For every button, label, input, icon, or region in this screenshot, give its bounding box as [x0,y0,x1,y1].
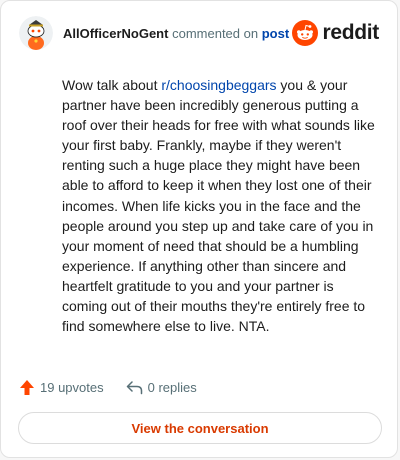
comment-actions: 19 upvotes 0 replies [19,377,197,397]
replies-button[interactable]: 0 replies [126,380,197,395]
comment-body-intro: Wow talk about [62,77,162,93]
reply-arrow-icon [126,380,142,394]
reddit-wordmark: reddit [322,21,379,44]
upvote-count: 19 upvotes [40,379,104,395]
post-link[interactable]: post [262,26,289,41]
comment-header: AllOfficerNoGent commented on post reddi… [19,15,379,51]
upvote-button[interactable]: 19 upvotes [19,379,104,396]
action-text: commented on [172,25,259,41]
upvote-arrow-icon [20,379,34,395]
comment-byline: AllOfficerNoGent commented on post [63,26,289,41]
embedded-comment-card: AllOfficerNoGent commented on post reddi… [0,0,398,458]
view-conversation-button[interactable]: View the conversation [18,412,382,444]
reply-count: 0 replies [147,379,197,395]
comment-body: Wow talk about r/choosingbeggars you & y… [62,75,380,336]
username-link[interactable]: AllOfficerNoGent [63,26,168,41]
user-avatar[interactable] [19,16,53,50]
reddit-snoo-icon [292,20,319,46]
comment-body-rest: you & your partner have been incredibly … [62,77,375,335]
subreddit-link[interactable]: r/choosingbeggars [161,77,276,93]
reddit-logo[interactable]: reddit [292,20,379,46]
